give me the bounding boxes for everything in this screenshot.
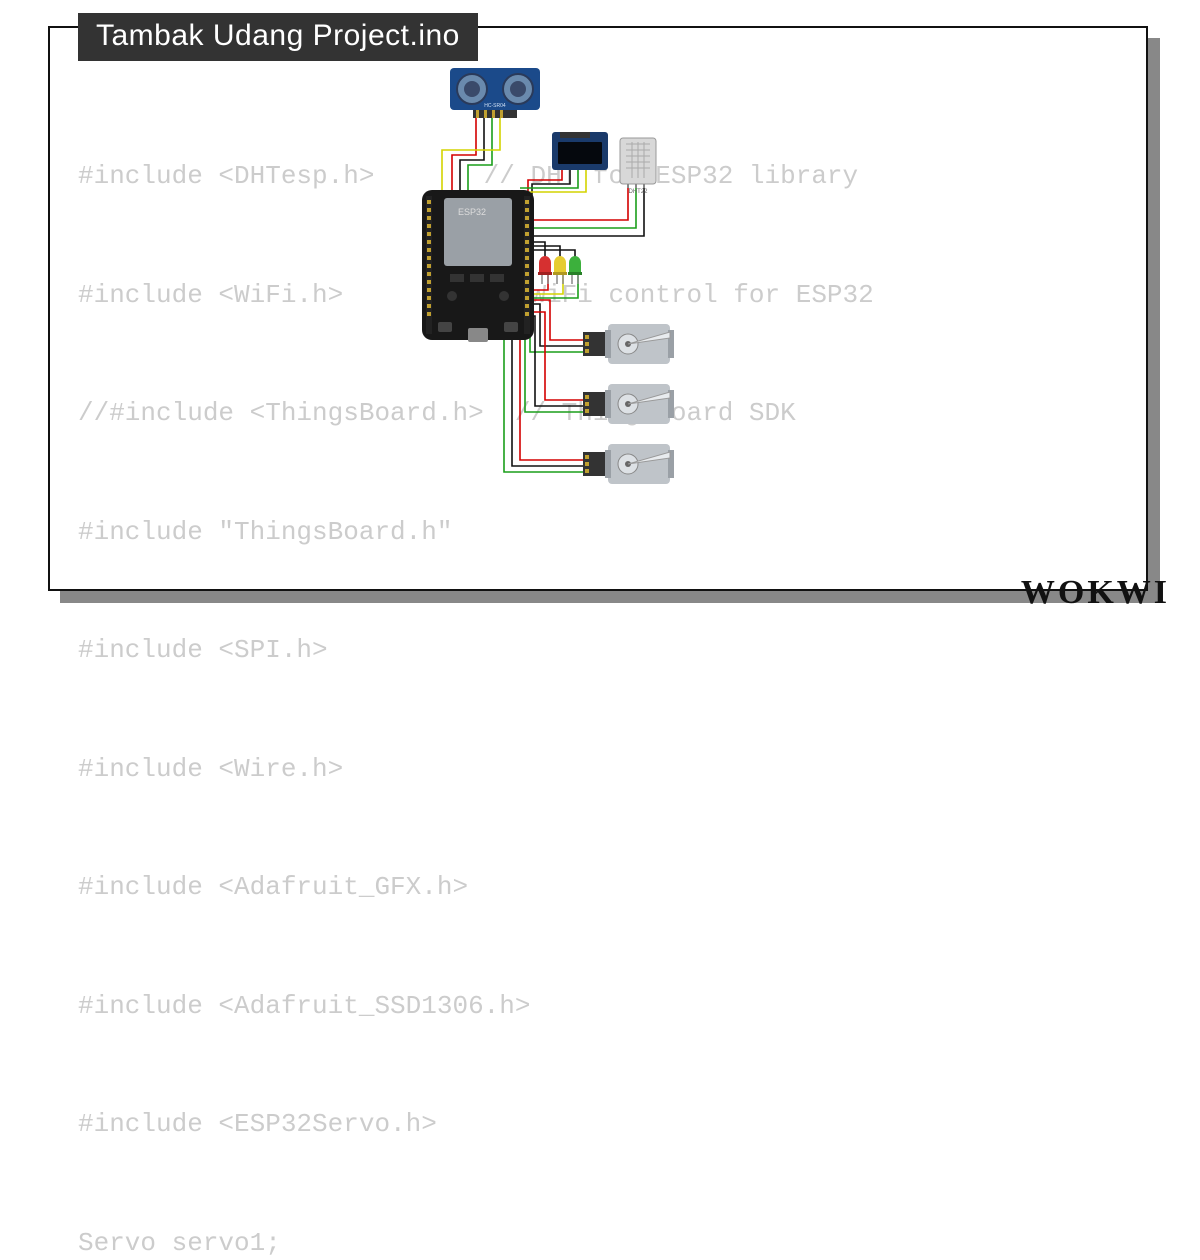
code-line: #include <Adafruit_SSD1306.h>: [78, 987, 874, 1027]
code-line: #include <ESP32Servo.h>: [78, 1105, 874, 1145]
code-line: #include <Wire.h>: [78, 750, 874, 790]
led-row: [538, 256, 582, 284]
servo-1-icon: [583, 324, 674, 364]
code-line: #include <SPI.h>: [78, 631, 874, 671]
oled-display-icon: [552, 132, 608, 170]
svg-text:DHT22: DHT22: [628, 189, 648, 195]
servo-3-icon: [583, 444, 674, 484]
led-yellow-icon: [553, 256, 567, 284]
led-green-icon: [568, 256, 582, 284]
dht22-sensor-icon: DHT22: [620, 138, 656, 195]
code-line: #include <Adafruit_GFX.h>: [78, 868, 874, 908]
svg-text:HC-SR04: HC-SR04: [484, 103, 506, 109]
circuit-diagram: HC-SR04 DHT22: [380, 60, 880, 520]
led-red-icon: [538, 256, 552, 284]
ultrasonic-sensor-icon: HC-SR04: [450, 68, 540, 118]
brand-text: WOKWI: [1021, 574, 1170, 611]
svg-text:ESP32: ESP32: [458, 207, 486, 217]
esp32-board-icon: ESP32: [422, 190, 534, 342]
code-line: Servo servo1;: [78, 1224, 874, 1260]
wokwi-logo: WOKWI: [1021, 574, 1170, 612]
servo-2-icon: [583, 384, 674, 424]
file-title: Tambak Udang Project.ino: [96, 19, 460, 52]
file-title-tab: Tambak Udang Project.ino: [78, 13, 478, 61]
